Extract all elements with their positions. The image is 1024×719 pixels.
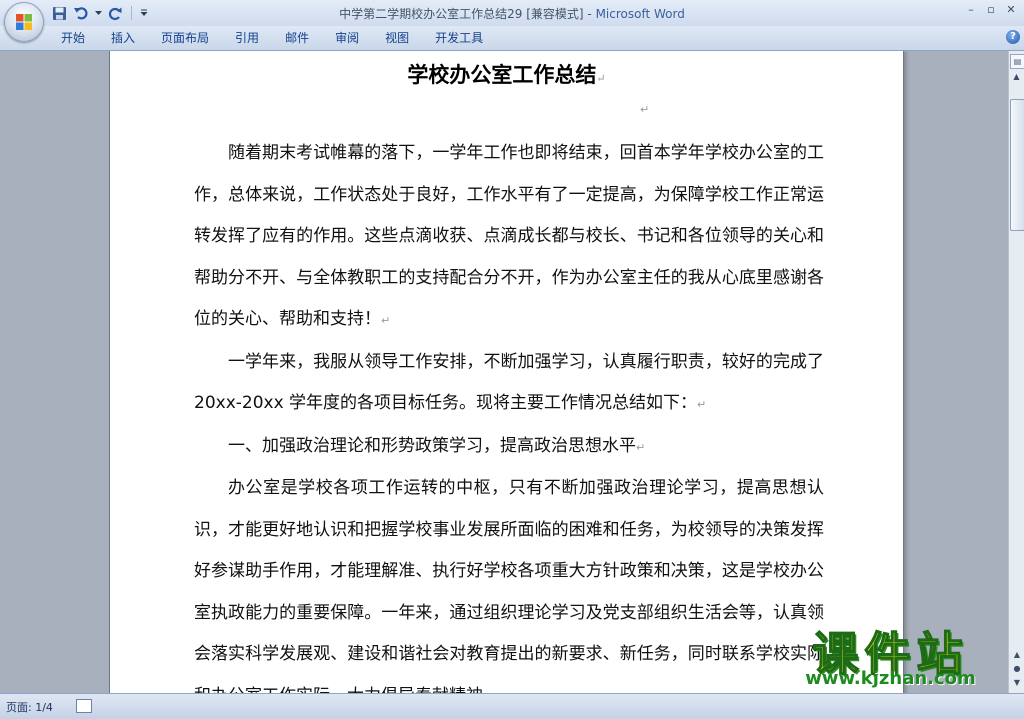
paragraph-text: 随着期末考试帷幕的落下，一学年工作也即将结束，回首本学年学校办公室的工作，总体来…: [194, 143, 824, 329]
document-body[interactable]: 随着期末考试帷幕的落下，一学年工作也即将结束，回首本学年学校办公室的工作，总体来…: [194, 133, 824, 693]
paragraph-text: 一学年来，我服从领导工作安排，不断加强学习，认真履行职责，较好的完成了 20xx…: [194, 351, 824, 414]
ruler-icon: ▤: [1013, 57, 1022, 66]
paragraph: 一学年来，我服从领导工作安排，不断加强学习，认真履行职责，较好的完成了 20xx…: [194, 342, 824, 426]
previous-page-button[interactable]: ▲: [1011, 649, 1023, 661]
circle-icon: ●: [1013, 664, 1021, 673]
tab-review[interactable]: 审阅: [322, 26, 372, 50]
spellcheck-status-icon[interactable]: [76, 699, 92, 713]
tab-view[interactable]: 视图: [372, 26, 422, 50]
ribbon-tabs: 开始 插入 页面布局 引用 邮件 审阅 视图 开发工具: [48, 26, 496, 50]
window-controls: – ▫ ✕: [962, 2, 1020, 18]
scroll-thumb[interactable]: [1010, 99, 1024, 231]
title-separator: -: [583, 7, 596, 21]
minimize-button[interactable]: –: [962, 2, 980, 18]
close-button[interactable]: ✕: [1002, 2, 1020, 18]
paragraph: 随着期末考试帷幕的落下，一学年工作也即将结束，回首本学年学校办公室的工作，总体来…: [194, 133, 824, 342]
window-title: 中学第二学期校办公室工作总结29 [兼容模式] - Microsoft Word: [0, 5, 1024, 22]
double-arrow-up-icon: ▲: [1013, 650, 1021, 659]
help-icon: ?: [1010, 31, 1016, 42]
paragraph-mark: ↵: [381, 314, 391, 327]
help-button[interactable]: ?: [1006, 30, 1020, 44]
empty-paragraph-mark: ↵: [640, 103, 650, 116]
view-ruler-button[interactable]: ▤: [1010, 54, 1024, 69]
document-title[interactable]: 学校办公室工作总结↵: [110, 59, 903, 89]
paragraph-text: 办公室是学校各项工作运转的中枢，只有不断加强政治理论学习，提高思想认识，才能更好…: [194, 478, 824, 693]
paragraph-mark: ↵: [636, 440, 646, 454]
status-bar: 页面: 1/4: [0, 693, 1024, 719]
tab-page-layout[interactable]: 页面布局: [148, 26, 222, 50]
document-name: 中学第二学期校办公室工作总结29 [兼容模式]: [339, 7, 584, 21]
ribbon-tab-bar: 开始 插入 页面布局 引用 邮件 审阅 视图 开发工具 ?: [0, 26, 1024, 51]
page-indicator[interactable]: 页面: 1/4: [6, 699, 53, 715]
tab-mailings[interactable]: 邮件: [272, 26, 322, 50]
vertical-scrollbar[interactable]: ▤ ▲ ▲ ● ▼: [1008, 51, 1024, 693]
tab-developer[interactable]: 开发工具: [422, 26, 496, 50]
paragraph-mark: ↵: [596, 72, 606, 85]
document-title-text: 学校办公室工作总结: [407, 62, 597, 87]
next-page-button[interactable]: ▼: [1011, 677, 1023, 689]
document-area[interactable]: 学校办公室工作总结↵ ↵ 随着期末考试帷幕的落下，一学年工作也即将结束，回首本学…: [0, 51, 1008, 693]
paragraph: 办公室是学校各项工作运转的中枢，只有不断加强政治理论学习，提高思想认识，才能更好…: [194, 468, 824, 693]
scroll-up-button[interactable]: ▲: [1010, 69, 1023, 85]
document-page[interactable]: 学校办公室工作总结↵ ↵ 随着期末考试帷幕的落下，一学年工作也即将结束，回首本学…: [110, 51, 903, 693]
restore-button[interactable]: ▫: [982, 2, 1000, 18]
paragraph-text: 一、加强政治理论和形势政策学习，提高政治思想水平: [228, 435, 636, 456]
select-browse-object-button[interactable]: ●: [1011, 663, 1023, 675]
tab-references[interactable]: 引用: [222, 26, 272, 50]
tab-home[interactable]: 开始: [48, 26, 98, 50]
arrow-up-icon: ▲: [1013, 72, 1020, 81]
paragraph-mark: ↵: [697, 398, 707, 411]
application-name: Microsoft Word: [595, 7, 685, 21]
title-bar: 中学第二学期校办公室工作总结29 [兼容模式] - Microsoft Word…: [0, 0, 1024, 26]
office-button[interactable]: [4, 2, 44, 42]
section-heading: 一、加强政治理论和形势政策学习，提高政治思想水平↵: [194, 426, 824, 469]
office-logo-icon: [16, 14, 32, 30]
double-arrow-down-icon: ▼: [1013, 678, 1021, 687]
tab-insert[interactable]: 插入: [98, 26, 148, 50]
